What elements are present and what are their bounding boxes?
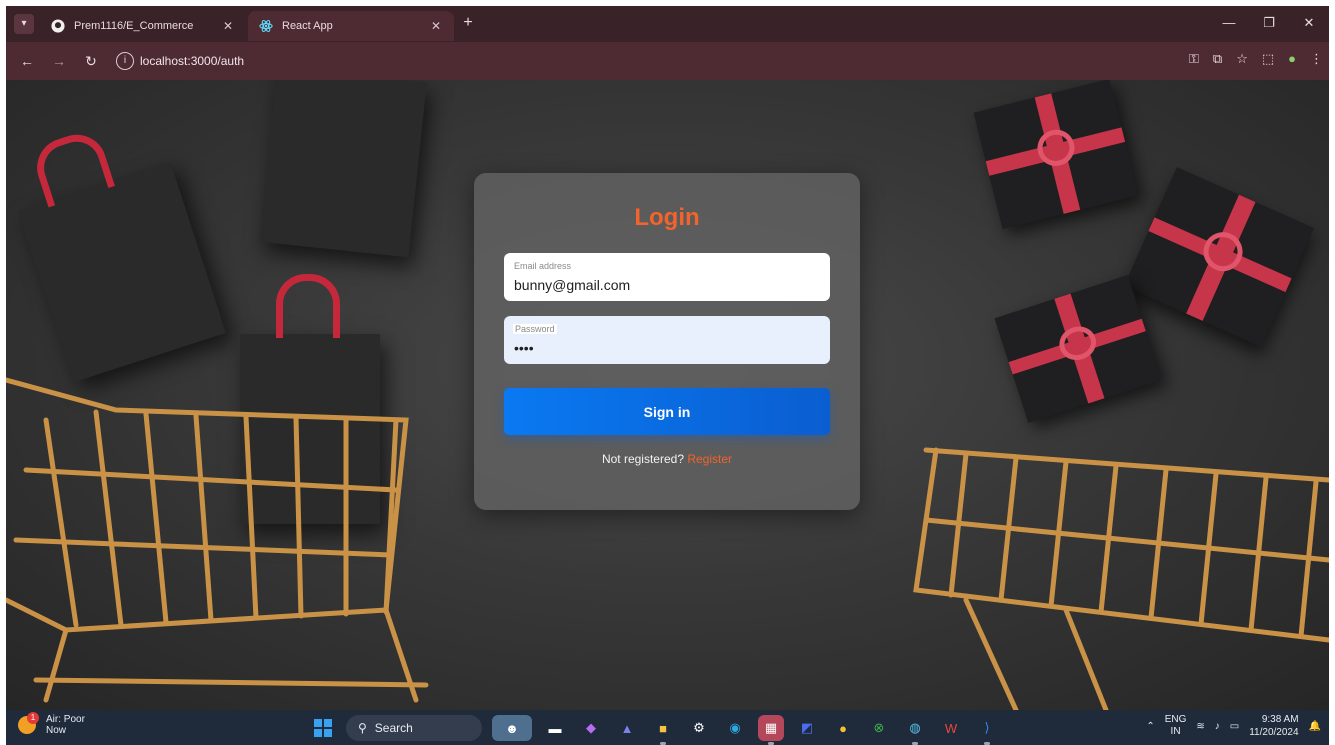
search-label: Search — [374, 721, 413, 735]
bookmark-star-icon[interactable]: ☆ — [1236, 51, 1248, 67]
browser-window: ▾ Prem1116/E_Commerce ✕ React App ✕ + — … — [6, 6, 1329, 745]
close-window-icon[interactable]: ✕ — [1289, 6, 1329, 42]
volume-icon[interactable]: ♪ — [1215, 721, 1220, 732]
back-icon[interactable]: ← — [16, 51, 38, 73]
login-title: Login — [634, 204, 700, 231]
copilot-icon[interactable]: ◆ — [578, 715, 604, 741]
auth-page: Login Email address bunny@gmail.com Pass… — [6, 80, 1329, 710]
register-prompt: Not registered? Register — [474, 452, 860, 466]
extensions-icon[interactable]: ⬚ — [1262, 51, 1274, 67]
forward-icon[interactable]: → — [48, 51, 70, 73]
address-text: localhost:3000/auth — [140, 54, 245, 68]
wifi-icon[interactable]: ≋ — [1196, 721, 1204, 732]
pen-app-icon[interactable]: ◩ — [794, 715, 820, 741]
gift-box-image — [1124, 167, 1314, 347]
site-info-icon[interactable]: i — [116, 52, 134, 70]
notification-badge: 1 — [27, 712, 39, 724]
windows-taskbar: 1 Air: Poor Now ⚲ Search ☻ ▬ ◆ ▲ ■ ⚙ ◉ ▦… — [6, 710, 1329, 745]
task-view-icon[interactable]: ▬ — [542, 715, 568, 741]
react-icon — [258, 18, 274, 34]
weather-status: Air: Poor — [46, 714, 85, 725]
register-link[interactable]: Register — [687, 452, 732, 466]
people-icon[interactable]: ☻ — [492, 715, 532, 741]
address-bar[interactable]: i localhost:3000/auth — [112, 48, 1112, 74]
windows-start-icon[interactable] — [314, 719, 332, 737]
restore-icon[interactable]: ❐ — [1249, 6, 1289, 42]
taskbar-apps: ☻ ▬ ◆ ▲ ■ ⚙ ◉ ▦ ◩ ● ⊗ ◍ W ⟩ — [492, 715, 1000, 745]
wps-office-icon[interactable]: W — [938, 715, 964, 741]
calendar-app-icon[interactable]: ▦ — [758, 715, 784, 745]
language-indicator[interactable]: ENG IN — [1165, 714, 1187, 738]
browser-toolbar: ← → ↻ i localhost:3000/auth ⚿ ⧉ ☆ ⬚ ● ⋮ — [6, 42, 1329, 80]
sign-in-button[interactable]: Sign in — [504, 388, 830, 435]
tab-title: Prem1116/E_Commerce — [74, 20, 194, 32]
file-explorer-icon[interactable]: ■ — [650, 715, 676, 745]
weather-widget[interactable]: 1 Air: Poor Now — [18, 712, 85, 736]
register-prompt-text: Not registered? — [601, 452, 684, 466]
profile-avatar[interactable]: ● — [1288, 51, 1296, 67]
password-value: •••• — [514, 340, 534, 356]
login-card: Login Email address bunny@gmail.com Pass… — [474, 173, 860, 510]
search-icon: ⚲ — [358, 721, 367, 735]
edge-icon[interactable]: ◉ — [722, 715, 748, 741]
time-text: 9:38 AM — [1261, 714, 1299, 725]
tab-title: React App — [282, 20, 333, 32]
clock[interactable]: 9:38 AM 11/20/2024 — [1249, 713, 1298, 739]
password-label: Password — [513, 324, 557, 334]
lang-code: ENG — [1164, 714, 1187, 725]
shopping-bag-image — [259, 80, 427, 258]
toolbar-actions: ⚿ ⧉ ☆ ⬚ ● ⋮ — [1189, 51, 1323, 67]
teams-icon[interactable]: ▲ — [614, 715, 640, 741]
shopping-cart-image — [913, 447, 1329, 710]
email-value: bunny@gmail.com — [514, 277, 631, 293]
close-icon[interactable]: ✕ — [220, 19, 236, 33]
email-label: Email address — [514, 261, 572, 271]
system-tray: ⌃ ENG IN ≋ ♪ ▭ 9:38 AM 11/20/2024 🔔 — [1146, 713, 1321, 739]
menu-kebab-icon[interactable]: ⋮ — [1310, 51, 1323, 67]
settings-gear-icon[interactable]: ⚙ — [686, 715, 712, 741]
minimize-icon[interactable]: — — [1209, 6, 1249, 42]
tab-search-icon[interactable]: ▾ — [14, 14, 34, 34]
github-icon — [50, 18, 66, 34]
chrome-icon[interactable]: ● — [830, 715, 856, 741]
tray-expand-icon[interactable]: ⌃ — [1146, 721, 1154, 732]
chrome-canary-icon[interactable]: ◍ — [902, 715, 928, 745]
battery-icon[interactable]: ▭ — [1230, 721, 1239, 732]
password-field[interactable]: Password •••• — [504, 316, 830, 364]
shopping-cart-image — [6, 377, 429, 703]
region-code: IN — [1170, 726, 1181, 737]
window-controls: — ❐ ✕ — [1209, 6, 1329, 42]
weather-icon: 1 — [18, 712, 40, 736]
email-field[interactable]: Email address bunny@gmail.com — [504, 253, 830, 301]
notification-bell-icon[interactable]: 🔔 — [1309, 721, 1321, 732]
reload-icon[interactable]: ↻ — [80, 51, 102, 73]
taskbar-search[interactable]: ⚲ Search — [346, 715, 482, 741]
cast-icon[interactable]: ⧉ — [1213, 51, 1222, 67]
weather-time: Now — [46, 725, 67, 736]
password-key-icon[interactable]: ⚿ — [1189, 51, 1199, 67]
vscode-icon[interactable]: ⟩ — [974, 715, 1000, 745]
tab-github[interactable]: Prem1116/E_Commerce ✕ — [40, 11, 246, 41]
new-tab-icon[interactable]: + — [458, 14, 478, 34]
xbox-icon[interactable]: ⊗ — [866, 715, 892, 741]
close-icon[interactable]: ✕ — [428, 19, 444, 33]
tab-strip: ▾ Prem1116/E_Commerce ✕ React App ✕ + — … — [6, 6, 1329, 42]
date-text: 11/20/2024 — [1249, 727, 1299, 738]
tab-react-app[interactable]: React App ✕ — [248, 11, 454, 41]
gift-box-image — [994, 275, 1162, 423]
gift-box-image — [973, 80, 1139, 230]
